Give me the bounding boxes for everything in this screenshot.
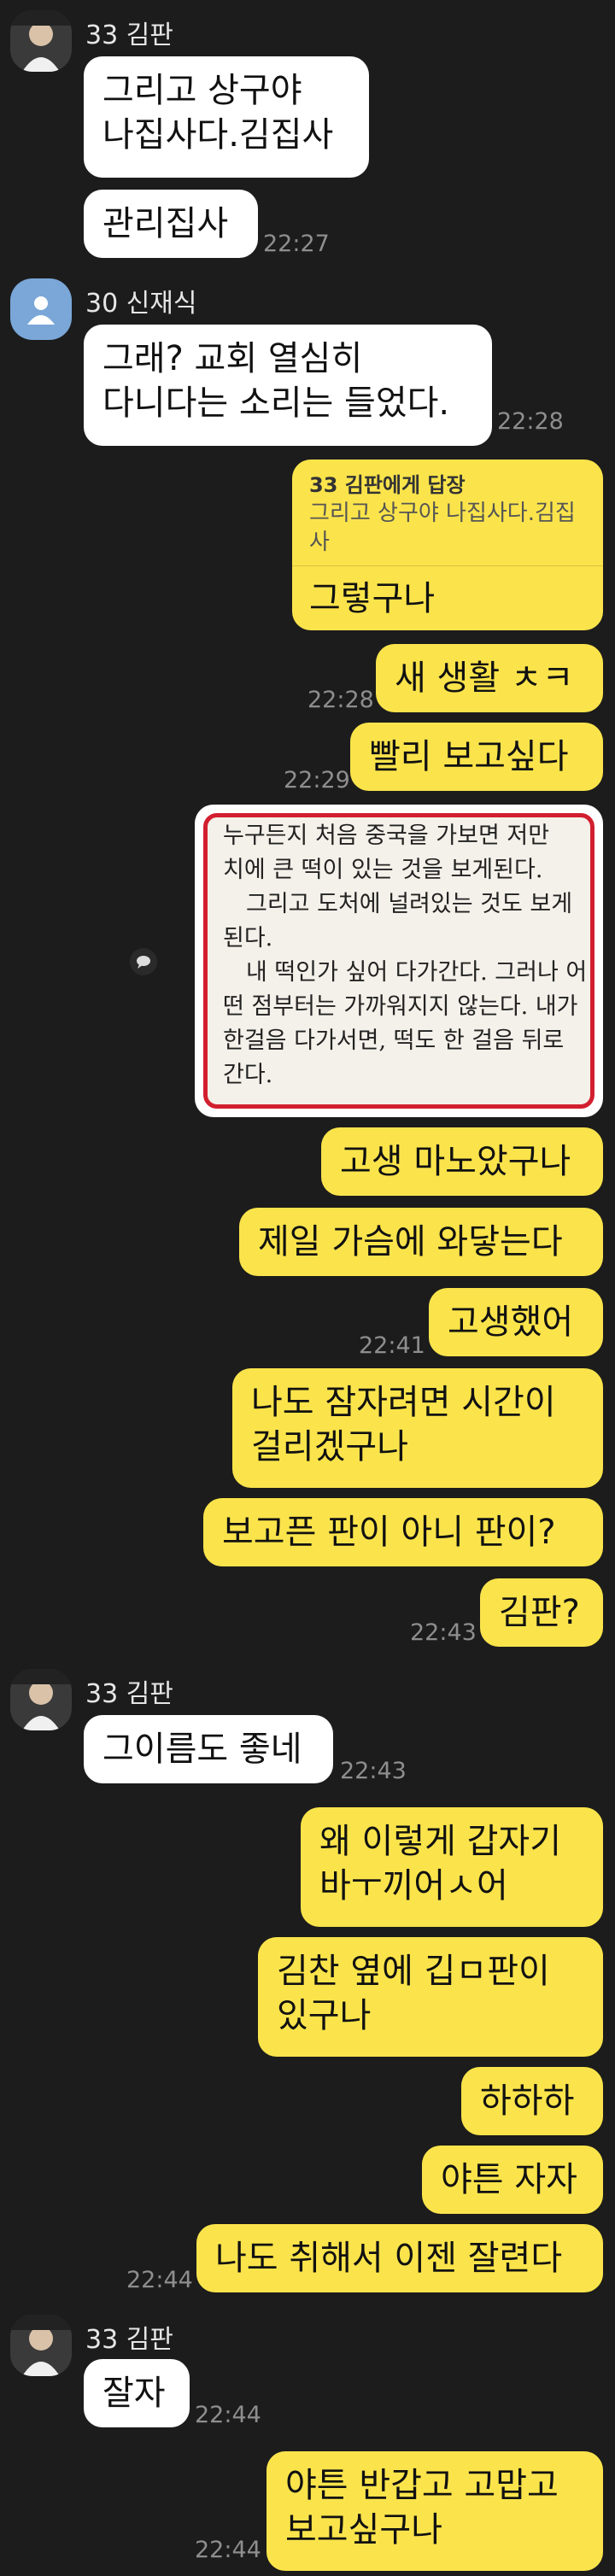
message-line: 하하하 xyxy=(480,2081,575,2121)
message-line: 보고싶구나 xyxy=(285,2510,442,2550)
message-time: 22:41 xyxy=(359,1332,425,1359)
message-bubble[interactable]: 김판? xyxy=(480,1578,603,1647)
sender-name: 33 김판 xyxy=(85,2325,173,2355)
message-time: 22:44 xyxy=(126,2267,193,2293)
message-time: 22:44 xyxy=(195,2537,261,2563)
message-line: 그리고 상구야 xyxy=(102,71,302,110)
message-line: 걸리겠구나 xyxy=(251,1427,408,1467)
message-line: 그렇구나 xyxy=(309,579,436,618)
message-time: 22:29 xyxy=(284,767,350,793)
photographed-page: 누구든지 처음 중국을 가보면 저만 치에 큰 떡이 있는 것을 보게된다. 그… xyxy=(203,813,594,1109)
page-text-line: 떤 점부터는 가까워지지 않는다. 내가 xyxy=(223,993,578,1020)
sender-name: 30 신재식 xyxy=(85,289,197,319)
sender-name: 33 김판 xyxy=(85,1679,173,1709)
page-text-line: 누구든지 처음 중국을 가보면 저만 xyxy=(223,823,550,849)
message-bubble[interactable]: 왜 이렇게 갑자기 바ㅜ끼어ㅅ어 xyxy=(301,1807,603,1927)
message-line: 고생했어 xyxy=(448,1303,574,1342)
message-time: 22:28 xyxy=(308,687,374,713)
message-bubble[interactable]: 고생했어 xyxy=(429,1288,603,1356)
page-text-line: 간다. xyxy=(223,1062,273,1088)
message-line: 다니다는 소리는 들었다. xyxy=(102,383,450,423)
reply-quote: 그리고 상구야 나집사다.김집사 xyxy=(309,501,576,555)
message-time: 22:43 xyxy=(340,1758,407,1784)
avatar[interactable] xyxy=(10,2315,72,2376)
message-line: 그래? 교회 열심히 xyxy=(102,339,363,378)
message-bubble[interactable]: 잘자 xyxy=(84,2359,190,2427)
message-time: 22:44 xyxy=(195,2402,261,2428)
message-line: 고생 마노았구나 xyxy=(340,1142,571,1181)
message-line: 나집사다.김집사 xyxy=(102,115,334,155)
message-bubble[interactable]: 그리고 상구야 나집사다.김집사 xyxy=(84,56,369,178)
avatar[interactable] xyxy=(10,10,72,72)
message-line: 김판? xyxy=(499,1593,580,1632)
message-line: 왜 이렇게 갑자기 xyxy=(319,1822,562,1861)
message-bubble[interactable]: 제일 가슴에 와닿는다 xyxy=(239,1208,603,1276)
message-time: 22:27 xyxy=(263,231,330,257)
comment-icon[interactable] xyxy=(130,948,157,975)
message-bubble[interactable]: 새 생활 ㅊㅋ xyxy=(376,644,603,712)
page-text-line: 치에 큰 떡이 있는 것을 보게된다. xyxy=(223,857,543,883)
default-avatar-icon xyxy=(27,296,55,325)
message-line: 있구나 xyxy=(277,1996,372,2035)
message-line: 야튼 자자 xyxy=(441,2160,577,2199)
message-bubble[interactable]: 야튼 자자 xyxy=(422,2146,603,2214)
message-bubble[interactable]: 관리집사 xyxy=(84,190,258,258)
message-bubble[interactable]: 그래? 교회 열심히 다니다는 소리는 들었다. xyxy=(84,325,492,446)
page-text-line: 된다. xyxy=(223,925,273,951)
message-time: 22:28 xyxy=(497,408,564,435)
message-bubble[interactable]: 나도 잠자려면 시간이 걸리겠구나 xyxy=(232,1368,603,1488)
message-bubble[interactable]: 고생 마노았구나 xyxy=(321,1127,603,1196)
message-bubble[interactable]: 나도 취해서 이젠 잘련다 xyxy=(196,2224,603,2292)
avatar[interactable] xyxy=(10,278,72,340)
message-line: 나도 잠자려면 시간이 xyxy=(251,1383,556,1422)
message-bubble[interactable]: 하하하 xyxy=(461,2067,603,2135)
message-time: 22:43 xyxy=(410,1619,477,1646)
message-line: 바ㅜ끼어ㅅ어 xyxy=(319,1866,508,1906)
reply-bubble[interactable]: 33 김판에게 답장 그리고 상구야 나집사다.김집사 그렇구나 xyxy=(292,460,603,630)
message-line: 야튼 반갑고 고맙고 xyxy=(285,2466,559,2505)
message-bubble[interactable]: 그이름도 좋네 xyxy=(84,1715,333,1783)
message-bubble[interactable]: 야튼 반갑고 고맙고 보고싶구나 xyxy=(266,2451,603,2571)
page-text-line: 내 떡인가 싶어 다가간다. 그러나 어 xyxy=(223,959,588,986)
reply-target: 33 김판에게 답장 xyxy=(309,473,466,497)
message-line: 김찬 옆에 깁ㅁ판이 xyxy=(277,1952,550,1991)
message-bubble[interactable]: 김찬 옆에 깁ㅁ판이 있구나 xyxy=(258,1937,603,2057)
page-text-line: 그리고 도처에 널려있는 것도 보게 xyxy=(223,891,573,917)
message-bubble[interactable]: 보고픈 판이 아니 판이? xyxy=(203,1498,603,1566)
message-line: 관리집사 xyxy=(102,204,229,243)
message-line: 잘자 xyxy=(102,2374,166,2413)
sender-name: 33 김판 xyxy=(85,20,173,50)
message-line: 보고픈 판이 아니 판이? xyxy=(222,1513,556,1552)
image-message[interactable]: 누구든지 처음 중국을 가보면 저만 치에 큰 떡이 있는 것을 보게된다. 그… xyxy=(195,805,603,1117)
message-line: 새 생활 ㅊㅋ xyxy=(395,659,574,698)
message-bubble[interactable]: 빨리 보고싶다 xyxy=(350,723,603,791)
avatar[interactable] xyxy=(10,1669,72,1730)
message-line: 그이름도 좋네 xyxy=(102,1730,302,1769)
reply-divider xyxy=(292,565,603,566)
message-line: 나도 취해서 이젠 잘련다 xyxy=(215,2239,563,2278)
page-text-line: 한걸음 다가서면, 떡도 한 걸음 뒤로 xyxy=(223,1027,565,1054)
message-line: 제일 가슴에 와닿는다 xyxy=(258,1222,563,1262)
message-line: 빨리 보고싶다 xyxy=(369,737,569,776)
